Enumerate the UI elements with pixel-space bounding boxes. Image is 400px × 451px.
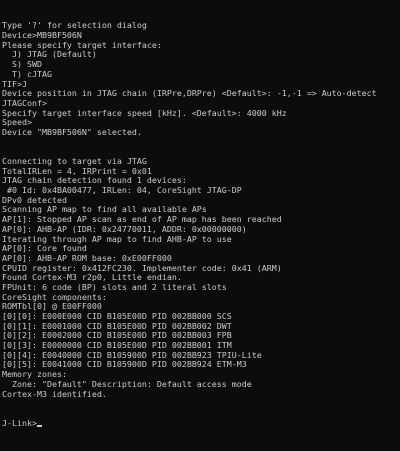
- terminal-output[interactable]: Type '?' for selection dialog Device>MB9B…: [2, 2, 400, 451]
- terminal-line: J) JTAG (Default): [2, 49, 97, 60]
- terminal-line: S) SWD: [2, 59, 42, 70]
- terminal-line: Device position in JTAG chain (IRPre,DRP…: [2, 88, 377, 99]
- terminal-line: Specify target interface speed [kHz]. <D…: [2, 107, 287, 118]
- terminal-line: T) cJTAG: [2, 68, 52, 79]
- command-prompt: J-Link>: [2, 417, 37, 428]
- text-cursor: [36, 424, 42, 427]
- terminal-line: Cortex-M3 identified.: [2, 388, 107, 399]
- terminal-line: Device "MB9BF506N" selected.: [2, 126, 142, 137]
- terminal-lines: Type '?' for selection dialog Device>MB9B…: [2, 21, 400, 399]
- command-prompt-row[interactable]: J-Link>: [2, 417, 400, 429]
